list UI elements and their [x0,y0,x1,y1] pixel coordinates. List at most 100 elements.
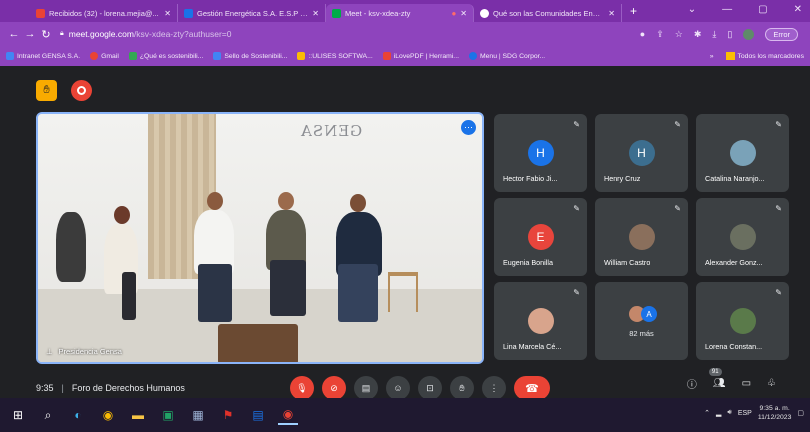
captions-icon: ▤ [361,382,371,393]
bookmark-sdg[interactable]: Menu | SDG Corpor... [468,52,545,60]
extensions-icon[interactable]: ✱ [694,29,702,40]
avatar: H [527,140,554,166]
tab-meet[interactable]: Meet - ksv-xdea-zty ● ✕ [326,4,474,22]
tab-gestion[interactable]: Gestión Energética S.A. E.S.P - C ✕ [178,4,326,22]
recording-indicator[interactable] [71,80,92,101]
bookmark-ilovepdf[interactable]: iLovePDF | Herrami... [382,52,459,60]
new-tab-button[interactable]: + [630,4,637,18]
download-icon[interactable]: ⤓ [712,29,716,40]
outlook-icon[interactable]: ▤ [248,405,268,425]
search-icon[interactable]: ⌕ [38,405,58,425]
camera-toggle-button[interactable]: ⊘ [322,376,346,400]
chat-icon[interactable]: ▭ [742,378,751,389]
window-controls: ⌄ — ▢ ✕ [688,4,802,15]
avatar: H [628,140,655,166]
tab-gmail[interactable]: Recibidos (32) - lorena.mejia@... ✕ [30,4,178,22]
acrobat-icon[interactable]: ⚑ [218,405,238,425]
camera-icon[interactable]: ● [640,29,645,39]
close-icon[interactable]: ✕ [164,9,171,18]
decor-sculpture [56,212,86,282]
speaker-1-legs [122,272,136,320]
forward-icon[interactable]: → [22,28,38,40]
bookmark-intranet[interactable]: Intranet GENSA S.A. [6,52,80,60]
folder-icon [725,52,735,60]
speaker-3-legs [270,260,306,316]
notifications-icon[interactable]: ▢ [797,409,804,417]
url-host: meet.google.com [68,29,134,39]
avatar[interactable] [743,28,755,40]
mic-toggle-button[interactable]: 🎙︎ [290,376,314,400]
minimize-icon[interactable]: — [722,4,732,15]
present-button[interactable]: ⊡ [418,376,442,400]
captions-button[interactable]: ▤ [354,376,378,400]
people-icon: 👥︎ [712,378,726,389]
volume-icon[interactable]: 🔊︎ [727,409,731,417]
network-icon[interactable]: ▂ [716,409,721,417]
participant-tile[interactable]: ✎ Lorena Constan... [696,282,789,360]
participant-tile[interactable]: ✎ Catalina Naranjo... [696,114,789,192]
close-icon[interactable]: ✕ [608,9,615,18]
activities-icon[interactable]: ♧ [767,378,776,389]
leave-call-button[interactable]: ☎︎ [514,376,550,400]
speaker-1-head [114,206,130,224]
meet-control-bar: 9:35 | Foro de Derechos Humanos 🎙︎ ⊘ ▤ ☺… [36,368,776,400]
participant-tile[interactable]: ✎ H Henry Cruz [595,114,688,192]
chrome-icon[interactable]: ◉ [98,405,118,425]
excel-icon[interactable]: ▣ [158,405,178,425]
avatar-photo [628,224,655,250]
participant-tile[interactable]: ✎ Lina Marcela Cé... [494,282,587,360]
all-bookmarks[interactable]: » Todos los marcadores [710,52,804,60]
screen: Recibidos (32) - lorena.mejia@... ✕ Gest… [0,0,810,432]
url-field[interactable]: 🔒︎ meet.google.com/ksv-xdea-zty?authuser… [60,26,640,42]
tab-label: Meet - ksv-xdea-zty [345,8,411,18]
reactions-button[interactable]: ☺ [386,376,410,400]
meeting-time: 9:35 [36,383,54,393]
participant-tile[interactable]: ✎ E Eugenia Bonilla [494,198,587,276]
main-video-tile[interactable]: GENSA ⋯ ⊥ Presidencia Gensa [36,112,484,364]
language-indicator[interactable]: ESP [738,410,752,417]
mic-off-icon: ✎ [573,204,580,213]
windows-start-icon[interactable]: ⊞ [8,405,28,425]
more-participants-tile[interactable]: A 82 más [595,282,688,360]
bookmark-label: ¿Qué es sostenibili... [139,52,204,60]
avatar-photo [729,308,756,334]
more-options-button[interactable]: ⋮ [482,376,506,400]
file-explorer-icon[interactable]: ▬ [128,405,148,425]
url-path: /ksv-xdea-zty?authuser=0 [133,29,232,39]
calculator-icon[interactable]: ▦ [188,405,208,425]
bookmark-icon [297,52,306,60]
bookmark-label: Gmail [101,52,119,60]
maximize-icon[interactable]: ▢ [758,4,767,15]
chevron-down-icon[interactable]: ⌄ [688,4,696,15]
system-tray: ⌃ ▂ 🔊︎ ESP 9:35 a. m. 11/12/2023 ▢ [704,404,804,422]
back-icon[interactable]: ← [6,28,22,40]
raise-hand-button[interactable]: ✋︎ [450,376,474,400]
sidepanel-icon[interactable]: ▯ [727,29,732,40]
edge-icon[interactable]: ◐ [68,405,88,425]
reload-icon[interactable]: ↻ [38,28,54,41]
more-options-icon[interactable]: ⋯ [461,120,476,135]
close-icon[interactable]: ✕ [312,9,319,18]
chrome-active-icon[interactable]: ◉ [278,405,298,425]
share-icon[interactable]: ⇪ [656,29,664,40]
participant-tile[interactable]: ✎ H Hector Fabio Ji... [494,114,587,192]
bookmark-ulises[interactable]: ::ULISES SOFTWA... [297,52,373,60]
clock[interactable]: 9:35 a. m. 11/12/2023 [758,404,792,422]
info-icon[interactable]: ⓘ [687,376,697,391]
speaker-4-head [350,194,366,212]
close-icon[interactable]: ✕ [460,9,467,18]
hand-raised-indicator[interactable]: ✋︎ [36,80,57,101]
participant-tile[interactable]: ✎ Alexander Gonz... [696,198,789,276]
star-icon[interactable]: ☆ [675,29,683,40]
profile-error-button[interactable]: Error [765,27,798,41]
bookmark-sostenibilidad[interactable]: ¿Qué es sostenibili... [128,52,204,60]
people-count-badge: 91 [708,368,722,376]
bookmark-icon [213,52,222,60]
close-window-icon[interactable]: ✕ [794,4,802,15]
participant-tile[interactable]: ✎ William Castro [595,198,688,276]
tab-comunidades[interactable]: Qué son las Comunidades Ener... ✕ [474,4,622,22]
bookmark-sello[interactable]: Sello de Sostenibili... [213,52,287,60]
people-button[interactable]: 91 👥︎ [708,368,726,389]
bookmark-gmail[interactable]: Gmail [90,52,119,60]
chevron-up-icon[interactable]: ⌃ [704,409,710,417]
